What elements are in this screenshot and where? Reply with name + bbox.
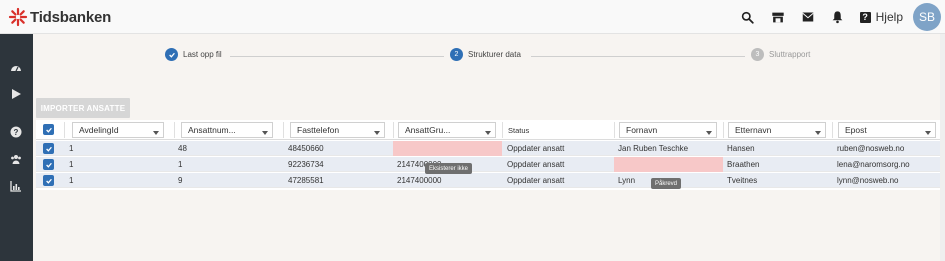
vertical-scrollbar[interactable] (940, 34, 945, 261)
dropdown-caret-icon (815, 131, 821, 135)
dropdown-caret-icon (262, 131, 268, 135)
column-separator (283, 122, 284, 138)
table-row[interactable]: 1 48 48450660 Oppdater ansatt Jan Ruben … (36, 141, 942, 156)
row-checkbox[interactable] (43, 159, 54, 170)
column-fornavn[interactable]: Fornavn (619, 122, 717, 138)
step-label: Strukturer data (468, 50, 521, 59)
column-ansattnummer[interactable]: Ansattnum... (181, 122, 273, 138)
users-icon[interactable] (10, 152, 22, 164)
avatar[interactable]: SB (913, 3, 941, 31)
column-separator (502, 122, 503, 138)
row-checkbox[interactable] (43, 175, 54, 186)
column-label: Etternavn (735, 125, 772, 135)
cell-avdelingid[interactable]: 1 (69, 157, 73, 172)
cell-epost[interactable]: lynn@nosweb.no (837, 173, 899, 188)
svg-text:?: ? (14, 128, 19, 137)
dropdown-caret-icon (374, 131, 380, 135)
error-tooltip-gruppe: Eksisterer ikke (425, 163, 473, 174)
check-icon (165, 48, 178, 61)
column-separator (723, 122, 724, 138)
column-separator (393, 122, 394, 138)
help-link[interactable]: ? Hjelp (859, 10, 903, 24)
cell-fornavn[interactable]: Lynn (618, 173, 635, 188)
cell-avdelingid[interactable]: 1 (69, 141, 73, 156)
column-label: Epost (845, 125, 867, 135)
help-label: Hjelp (875, 10, 903, 24)
step-connector (230, 56, 444, 57)
cell-status: Oppdater ansatt (507, 176, 565, 185)
column-separator (832, 122, 833, 138)
column-epost[interactable]: Epost (838, 122, 936, 138)
cell-etternavn[interactable]: Tveitnes (727, 173, 757, 188)
cell-ansattnummer[interactable]: 9 (178, 173, 182, 188)
column-separator (614, 122, 615, 138)
cell-fornavn[interactable]: Jan Ruben Teschke (618, 141, 688, 156)
column-label: Fornavn (626, 125, 658, 135)
cell-epost[interactable]: ruben@nosweb.no (837, 141, 904, 156)
chart-icon[interactable] (10, 179, 22, 192)
dropdown-caret-icon (153, 131, 159, 135)
logo-star-icon (8, 7, 28, 27)
step-structure: 2 Strukturer data (450, 48, 521, 61)
help-icon: ? (859, 11, 871, 23)
cell-status: Oppdater ansatt (507, 144, 565, 153)
column-label: AnsattGru... (405, 125, 451, 135)
row-checkbox[interactable] (43, 143, 54, 154)
column-fasttelefon[interactable]: Fasttelefon (290, 122, 385, 138)
play-icon[interactable] (10, 87, 22, 99)
import-employees-button[interactable]: IMPORTER ANSATTE (36, 98, 130, 118)
dropdown-caret-icon (706, 131, 712, 135)
column-label: Fasttelefon (297, 125, 340, 135)
bell-icon[interactable] (830, 9, 846, 25)
cell-etternavn[interactable]: Hansen (727, 141, 755, 156)
cell-fasttelefon[interactable]: 47285581 (288, 173, 324, 188)
column-label: Status (508, 125, 530, 135)
dropdown-caret-icon (925, 131, 931, 135)
step-upload: Last opp fil (165, 48, 222, 61)
column-label: AvdelingId (79, 125, 119, 135)
step-number: 2 (450, 48, 463, 61)
search-icon[interactable] (740, 9, 756, 25)
dashboard-icon[interactable] (10, 61, 22, 73)
select-all-checkbox[interactable] (43, 124, 54, 135)
cell-epost[interactable]: lena@naromsorg.no (837, 157, 910, 172)
logo-text: Tidsbanken (30, 8, 112, 26)
cell-avdelingid[interactable]: 1 (69, 173, 73, 188)
logo[interactable]: Tidsbanken (8, 7, 111, 27)
grid-header: AvdelingId Ansattnum... Fasttelefon Ansa… (36, 120, 942, 140)
step-number: 3 (751, 48, 764, 61)
step-connector (531, 56, 745, 57)
table-row[interactable]: 1 9 47285581 2147400000 Oppdater ansatt … (36, 173, 942, 188)
column-avdelingid[interactable]: AvdelingId (72, 122, 164, 138)
cell-ansattnummer[interactable]: 48 (178, 141, 187, 156)
sidebar: ? (0, 34, 33, 261)
store-icon[interactable] (770, 9, 786, 25)
column-separator (64, 122, 65, 138)
cell-ansattgruppe-error[interactable] (393, 141, 502, 156)
cell-fasttelefon[interactable]: 92236734 (288, 157, 324, 172)
top-bar: Tidsbanken ? Hjelp SB (0, 0, 945, 34)
help-icon[interactable]: ? (10, 125, 22, 138)
data-grid: AvdelingId Ansattnum... Fasttelefon Ansa… (36, 120, 942, 190)
cell-etternavn[interactable]: Braathen (727, 157, 759, 172)
stepper: Last opp fil 2 Strukturer data 3 Sluttra… (33, 48, 945, 66)
mail-icon[interactable] (800, 9, 816, 25)
cell-fasttelefon[interactable]: 48450660 (288, 141, 324, 156)
column-label: Ansattnum... (188, 125, 236, 135)
error-tooltip-fornavn: Påkrevd (651, 178, 682, 189)
cell-ansattnummer[interactable]: 1 (178, 157, 182, 172)
step-label: Sluttrapport (769, 50, 811, 59)
table-row[interactable]: 1 1 92236734 2147400000 Oppdater ansatt … (36, 157, 942, 172)
cell-status: Oppdater ansatt (507, 160, 565, 169)
column-ansattgruppe[interactable]: AnsattGru... (398, 122, 496, 138)
cell-fornavn-error[interactable] (614, 157, 723, 172)
column-separator (174, 122, 175, 138)
step-label: Last opp fil (183, 50, 222, 59)
main-content: Last opp fil 2 Strukturer data 3 Sluttra… (33, 34, 945, 261)
column-status: Status (508, 120, 608, 140)
cell-ansattgruppe[interactable]: 2147400000 (397, 173, 442, 188)
dropdown-caret-icon (485, 131, 491, 135)
column-etternavn[interactable]: Etternavn (728, 122, 826, 138)
step-report: 3 Sluttrapport (751, 48, 810, 61)
